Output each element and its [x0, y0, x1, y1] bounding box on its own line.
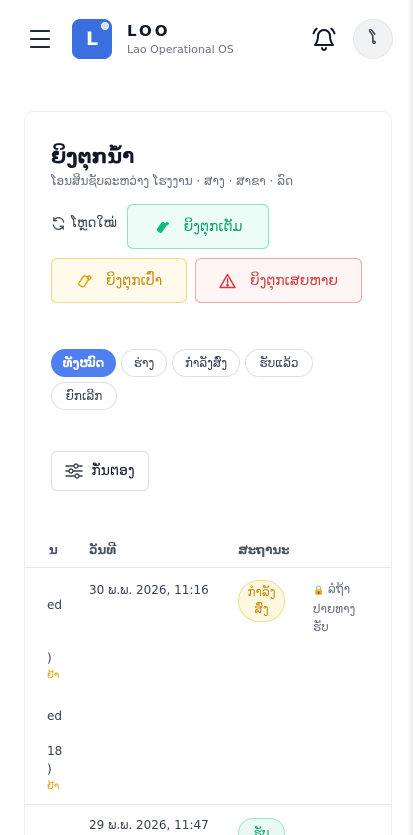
- transfer-card: ຍິງຕຸກນໍ້າ ໂອນສິນຊັບລະຫວ່າງ ໂຮງງານ · ສາງ…: [24, 111, 392, 835]
- refresh-button[interactable]: ໂຫຼດໃໝ່: [51, 216, 117, 231]
- app-logo[interactable]: L: [72, 19, 112, 59]
- filter-button[interactable]: ກັ່ນຕອງ: [51, 451, 149, 491]
- table-header: ນ ວັນທີ ສະຖານະ: [25, 532, 391, 568]
- chip-cancelled[interactable]: ຍົກເລີກ: [51, 382, 117, 410]
- col-header-date: ວັນທີ: [89, 543, 117, 557]
- chip-received[interactable]: ຮັບແລ້ວ: [245, 349, 313, 377]
- filter-label: ກັ່ນຕອງ: [91, 463, 135, 479]
- logo-dot: [101, 22, 109, 30]
- page-subtitle: ໂອນສິນຊັບລະຫວ່າງ ໂຮງງານ · ສາງ · ສາຂາ · ລ…: [51, 174, 294, 188]
- row-fragment: ຢ້າ: [47, 670, 60, 681]
- shoot-full-label: ຍິງຕຸກເຕັມ: [183, 218, 243, 235]
- shoot-empty-label: ຍິງຕຸກເປົ່າ: [105, 272, 163, 289]
- scroll-shadow: [407, 0, 413, 835]
- row-date: 29 ພ.ພ. 2026, 11:47: [89, 818, 209, 832]
- row-fragment: ): [47, 762, 52, 776]
- shoot-broken-label: ຍິງຕຸກເສຍຫາຍ: [249, 272, 339, 289]
- bottle-icon: [156, 221, 169, 233]
- row-fragment: ): [47, 651, 52, 665]
- sliders-icon: [65, 463, 84, 479]
- bell-icon[interactable]: [312, 26, 336, 52]
- status-badge: ກຳລັງ ສົ່ງ: [238, 580, 285, 622]
- row-date: 30 ພ.ພ. 2026, 11:16: [89, 583, 209, 597]
- row-divider: [25, 804, 391, 805]
- warning-icon: [219, 273, 236, 288]
- shoot-empty-bottle-button[interactable]: ຍິງຕຸກເປົ່າ: [51, 258, 187, 303]
- lock-icon: 🔒: [313, 586, 325, 596]
- table-row[interactable]: 29 ພ.ພ. 2026, 11:47 ຮັບ: [25, 806, 391, 835]
- chip-sending[interactable]: ກຳລັງສົ່ງ: [172, 349, 240, 377]
- refresh-icon: [52, 217, 65, 230]
- avatar-initial: ໂ: [369, 29, 377, 49]
- shoot-broken-bottle-button[interactable]: ຍິງຕຸກເສຍຫາຍ: [195, 258, 362, 303]
- empty-bottle-icon: [78, 274, 92, 288]
- app-screen: L LOO Lao Operational OS ໂ ຍິງຕຸກນໍ້າ ໂອ…: [0, 0, 413, 835]
- col-header-status: ສະຖານະ: [238, 543, 290, 557]
- hamburger-icon[interactable]: [30, 30, 50, 48]
- shoot-full-bottle-button[interactable]: ຍິງຕຸກເຕັມ: [127, 204, 269, 249]
- top-bar: L LOO Lao Operational OS ໂ: [0, 0, 405, 80]
- page-title: ຍິງຕຸກນໍ້າ: [51, 144, 135, 168]
- app-subtitle: Lao Operational OS: [127, 43, 234, 56]
- chip-draft[interactable]: ຮ່າງ: [121, 349, 167, 377]
- row-fragment: 18: [47, 744, 63, 758]
- col-header-number: ນ: [49, 543, 58, 557]
- table-row[interactable]: ed ) ຢ້າ ed 18 ) ຢ້າ 30 ພ.ພ. 2026, 11:16…: [25, 570, 391, 806]
- app-name: LOO: [127, 22, 171, 40]
- status-badge: ຮັບ: [238, 818, 285, 835]
- row-note: 🔒 ລໍຖ້າ ປາຍທາງ ຮັບ: [313, 580, 373, 636]
- row-fragment: ຢ້າ: [47, 781, 60, 792]
- user-avatar[interactable]: ໂ: [353, 19, 393, 59]
- row-fragment: ed: [47, 598, 62, 612]
- refresh-label: ໂຫຼດໃໝ່: [71, 216, 117, 231]
- chip-all[interactable]: ທັງໝົດ: [51, 349, 116, 377]
- row-fragment: ed: [47, 709, 62, 723]
- logo-letter: L: [85, 28, 99, 50]
